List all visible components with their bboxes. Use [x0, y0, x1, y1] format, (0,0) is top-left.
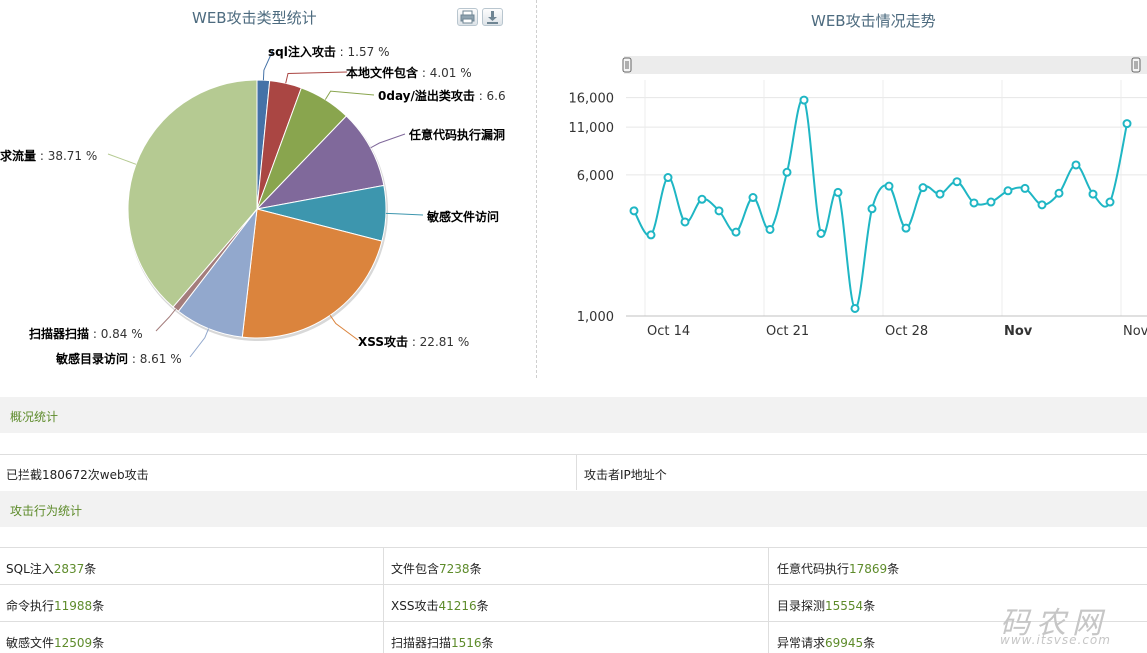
range-handle-right[interactable]	[1131, 57, 1141, 73]
trend-point-26[interactable]	[1071, 160, 1081, 170]
pie-connector-8	[107, 153, 137, 165]
pie-label-1: 本地文件包含 : 4.01 %	[346, 65, 472, 80]
trend-point-19[interactable]	[952, 177, 962, 187]
trend-point-10[interactable]	[799, 95, 809, 105]
trend-point-4[interactable]	[697, 194, 707, 204]
y-tick-label-0: 1,000	[577, 310, 614, 325]
trend-point-6[interactable]	[731, 227, 741, 237]
trend-point-0[interactable]	[629, 206, 639, 216]
cell-divider	[576, 455, 577, 490]
stat-command-execution: 命令执行11988条	[6, 599, 105, 613]
x-tick-label-1: Oct 21	[766, 324, 809, 339]
stat-scanner: 扫描器扫描1516条	[391, 636, 494, 650]
pie-connector-3	[370, 133, 406, 149]
overview-title: 概况统计	[10, 410, 59, 424]
divider-line	[0, 584, 1147, 585]
trend-point-27[interactable]	[1088, 189, 1098, 199]
behavior-section-header: 攻击行为统计	[0, 491, 1147, 527]
pie-label-6: 敏感目录访问 : 8.61 %	[55, 351, 182, 366]
trend-point-1[interactable]	[646, 230, 656, 240]
pie-connector-4	[385, 212, 424, 216]
trend-point-7[interactable]	[748, 193, 758, 203]
trend-point-18[interactable]	[935, 189, 945, 199]
blocked-count-text: 已拦截180672次web攻击	[6, 468, 149, 482]
stat-sql-injection: SQL注入2837条	[6, 562, 97, 576]
stat-code-execution: 任意代码执行17869条	[777, 562, 900, 576]
x-tick-label-2: Oct 28	[885, 324, 928, 339]
trend-point-23[interactable]	[1020, 183, 1030, 193]
pie-chart: sql注入攻击 : 1.57 % 本地文件包含 : 4.01 % 0day/溢出类攻…	[0, 44, 506, 366]
overview-section-header: 概况统计	[0, 397, 1147, 433]
pie-label-4: 敏感文件访问	[426, 209, 499, 224]
attacker-ip-text: 攻击者IP地址个	[584, 468, 667, 482]
pie-label-0: sql注入攻击 : 1.57 %	[268, 44, 389, 59]
trend-point-24[interactable]	[1037, 200, 1047, 210]
x-tick-label-4: Nov 11	[1123, 324, 1147, 339]
pie-label-3: 任意代码执行漏洞	[408, 127, 505, 142]
x-tick-label-3: Nov	[1004, 324, 1033, 339]
trend-point-25[interactable]	[1054, 188, 1064, 198]
watermark-url: www.itsvse.com	[1000, 633, 1111, 647]
line-chart-panel: WEB攻击情况走势 1,000 6,000 11,000 16,000 Oct 14 Oc…	[538, 0, 1147, 378]
divider-line	[0, 547, 1147, 548]
pie-label-2: 0day/溢出类攻击 : 6.6	[378, 88, 506, 103]
pie-label-5: XSS攻击 : 22.81 %	[358, 334, 469, 349]
stat-abnormal-request: 异常请求69945条	[777, 636, 876, 650]
trend-point-15[interactable]	[884, 181, 894, 191]
y-tick-label-1: 6,000	[577, 169, 614, 184]
line-chart: 1,000 6,000 11,000 16,000 Oct 14 Oct 21 Oct 28…	[569, 56, 1147, 339]
pie-connector-7	[155, 308, 177, 332]
trend-line	[633, 98, 1128, 310]
y-tick-label-3: 16,000	[569, 92, 615, 107]
trend-point-2[interactable]	[663, 173, 673, 183]
divider-line	[0, 454, 1147, 455]
pie-connector-1	[285, 71, 348, 84]
trend-point-28[interactable]	[1105, 197, 1115, 207]
divider-line	[0, 621, 1147, 622]
trend-point-8[interactable]	[765, 224, 775, 234]
trend-point-16[interactable]	[901, 223, 911, 233]
trend-point-29[interactable]	[1122, 119, 1132, 129]
trend-point-5[interactable]	[714, 206, 724, 216]
cell-divider	[383, 548, 384, 653]
trend-point-11[interactable]	[816, 228, 826, 238]
stat-xss: XSS攻击41216条	[391, 599, 489, 613]
pie-connector-6	[189, 328, 210, 358]
x-tick-label-0: Oct 14	[647, 324, 690, 339]
pie-connector-2	[324, 90, 375, 100]
range-selector-track[interactable]	[624, 56, 1147, 74]
cell-divider	[768, 548, 769, 653]
trend-point-9[interactable]	[782, 167, 792, 177]
panel-divider	[536, 0, 537, 378]
trend-point-3[interactable]	[680, 217, 690, 227]
pie-label-8: 求流量 : 38.71 %	[0, 148, 97, 163]
pie-chart-panel: WEB攻击类型统计 sql注入攻击 : 1.57 % 本地文件包含 : 4.01 …	[0, 0, 536, 378]
trend-point-12[interactable]	[833, 187, 843, 197]
trend-point-14[interactable]	[867, 204, 877, 214]
y-tick-label-2: 11,000	[569, 121, 615, 136]
trend-point-17[interactable]	[918, 183, 928, 193]
pie-connector-5	[329, 315, 359, 341]
pie-label-7: 扫描器扫描 : 0.84 %	[29, 326, 143, 341]
trend-point-13[interactable]	[850, 303, 860, 313]
trend-point-21[interactable]	[986, 197, 996, 207]
stat-sensitive-file: 敏感文件12509条	[6, 636, 105, 650]
stat-file-inclusion: 文件包含7238条	[391, 562, 482, 576]
trend-point-22[interactable]	[1003, 186, 1013, 196]
behavior-title: 攻击行为统计	[10, 504, 83, 518]
trend-point-20[interactable]	[969, 198, 979, 208]
range-handle-left[interactable]	[622, 57, 632, 73]
stat-directory-probe: 目录探测15554条	[777, 599, 876, 613]
